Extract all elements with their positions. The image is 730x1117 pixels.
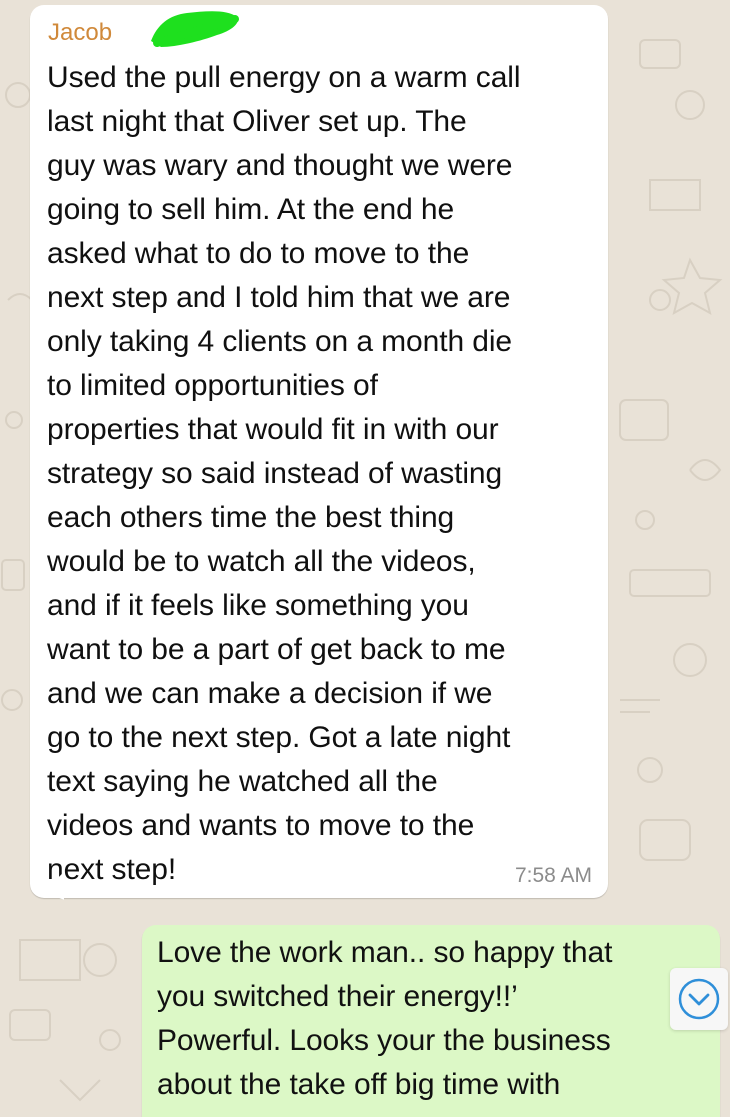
redaction-scribble xyxy=(151,11,239,48)
message-text: Love the work man.. so happy that you sw… xyxy=(157,936,613,1101)
scroll-to-bottom-button[interactable] xyxy=(670,968,728,1030)
chevron-down-circle-icon xyxy=(678,978,720,1020)
message-text: Used the pull energy on a warm call last… xyxy=(47,61,521,886)
incoming-bubble-tail xyxy=(44,871,64,907)
sender-name: Jacob xyxy=(48,19,113,46)
incoming-message-bubble[interactable]: Jacob Used the pull energy on a warm cal… xyxy=(30,5,608,907)
outgoing-message-bubble[interactable]: Love the work man.. so happy that you sw… xyxy=(142,925,720,1117)
message-timestamp: 7:58 AM xyxy=(514,864,592,887)
